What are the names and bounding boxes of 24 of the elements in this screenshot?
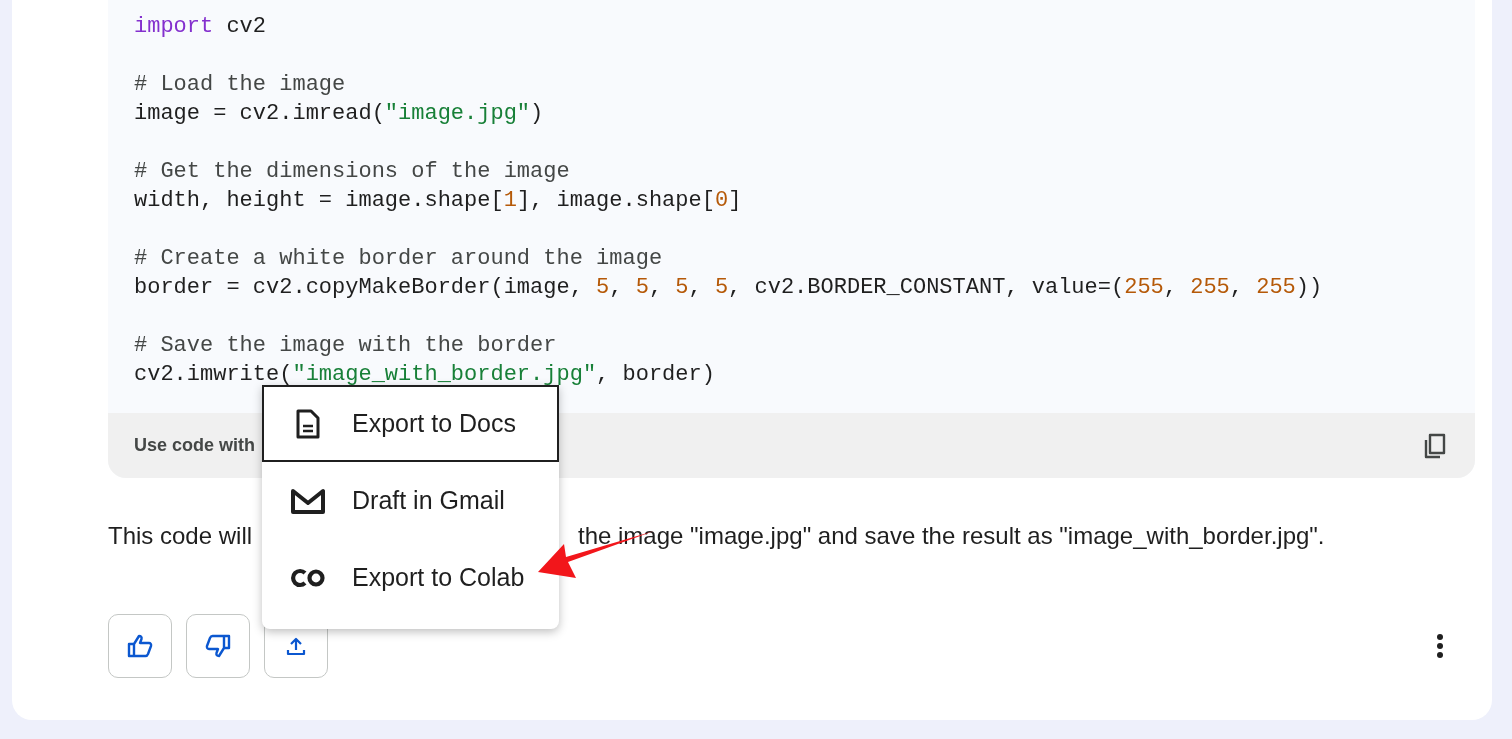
code-line: # Get the dimensions of the image xyxy=(134,158,570,186)
thumbs-up-icon xyxy=(127,634,153,658)
document-icon xyxy=(296,408,320,439)
response-text: This code will xyxy=(108,521,253,551)
code-line: image = cv2.imread("image.jpg") xyxy=(134,100,544,128)
code-line: width, height = image.shape[1], image.shape[0] xyxy=(134,187,742,215)
code-line: border = cv2.copyMakeBorder(image, 5, 5, 5, 5, cv2.BORDER_CONSTANT, value=(255, 255, 255)) xyxy=(134,274,1323,302)
code-line: # Create a white border around the image xyxy=(134,245,663,273)
like-button[interactable] xyxy=(108,614,172,678)
menu-item[interactable]: Export to Docs xyxy=(262,385,559,462)
upload-icon xyxy=(286,636,306,656)
menu-item[interactable]: Export to Colab xyxy=(262,539,559,616)
code-line: import cv2 xyxy=(134,13,267,41)
thumbs-down-icon xyxy=(205,634,231,658)
code-line: # Load the image xyxy=(134,71,346,99)
logo-icon xyxy=(290,567,326,588)
menu-item[interactable]: Draft in Gmail xyxy=(262,462,559,539)
code-footer-text: Use code with xyxy=(134,435,256,456)
code-line: # Save the image with the border xyxy=(134,332,557,360)
response-text: the image "image.jpg" and save the result as "image_with_border.jpg". xyxy=(578,521,1325,551)
m-logo-icon xyxy=(290,486,326,515)
dislike-button[interactable] xyxy=(186,614,250,678)
copy-icon xyxy=(1423,432,1447,459)
more-icon xyxy=(1436,633,1444,659)
